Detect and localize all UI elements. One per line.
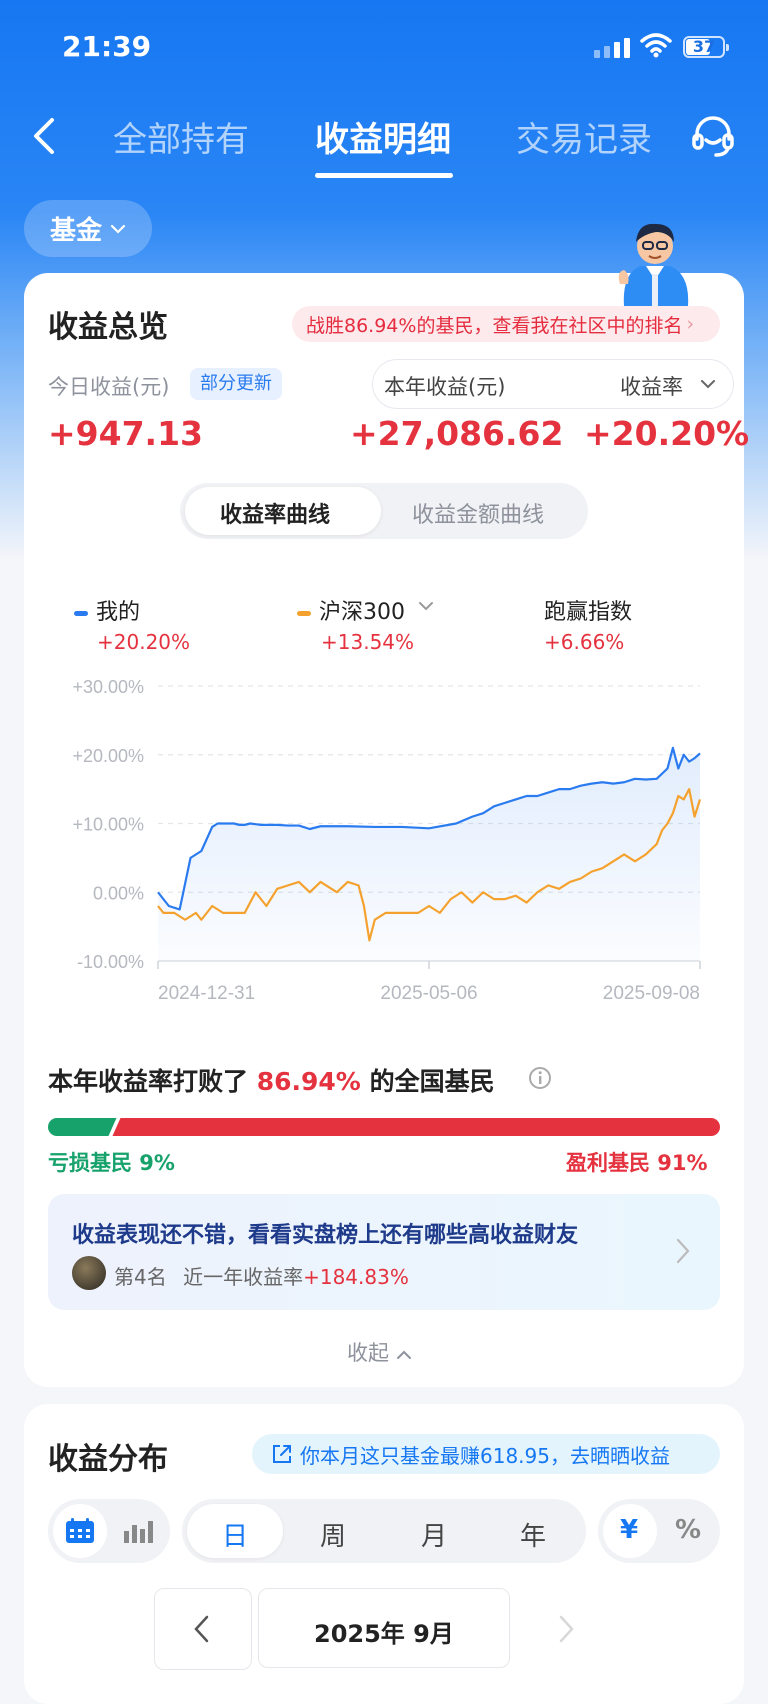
chevron-right-icon <box>559 1615 574 1643</box>
year-earnings-label: 本年收益(元) <box>384 375 506 399</box>
unit-yuan[interactable]: ¥ <box>620 1515 638 1545</box>
y-tick-label: 0.00% <box>93 883 144 903</box>
info-icon[interactable] <box>528 1066 552 1090</box>
share-earnings-text: 你本月这只基金最赚618.95，去晒晒收益 <box>300 1443 670 1468</box>
avatar <box>72 1256 106 1290</box>
promo-value: +184.83% <box>303 1265 409 1289</box>
fund-type-label: 基金 <box>49 216 102 246</box>
tab-rate-curve[interactable]: 收益率曲线 <box>220 497 330 529</box>
chevron-left-icon[interactable] <box>30 116 58 156</box>
chevron-up-icon <box>396 1350 411 1359</box>
loss-investors-label: 亏损基民 9% <box>48 1151 175 1175</box>
profit-segment <box>112 1118 720 1136</box>
year-earnings-value: +27,086.62 <box>350 414 564 453</box>
promo-rank: 第4名 <box>114 1265 167 1289</box>
legend-mine-label: 我的 <box>96 600 141 625</box>
chevron-down-icon[interactable] <box>418 601 434 611</box>
legend-beat-value: +6.66% <box>544 630 625 654</box>
share-icon <box>273 1445 291 1463</box>
partial-update-badge: 部分更新 <box>190 368 282 400</box>
headset-icon[interactable] <box>690 113 736 159</box>
chevron-right-icon: › <box>686 313 695 335</box>
current-month: 2025年 9月 <box>314 1620 454 1648</box>
period-year[interactable]: 年 <box>520 1516 546 1553</box>
fund-type-filter[interactable]: 基金 <box>24 200 152 257</box>
legend-index[interactable]: 沪深300 <box>297 594 405 626</box>
bar-chart-icon[interactable] <box>122 1519 154 1543</box>
today-earnings-label: 今日收益(元) <box>48 375 170 399</box>
legend-mine-value: +20.20% <box>97 630 191 654</box>
legend-index-label: 沪深300 <box>319 600 405 625</box>
year-rate-value: +20.20% <box>584 414 750 453</box>
period-day[interactable]: 日 <box>222 1516 248 1553</box>
legend-beat-label: 跑赢指数 <box>544 600 633 625</box>
status-time: 21:39 <box>62 30 152 63</box>
x-tick-label: 2024-12-31 <box>158 983 255 1004</box>
tab-earnings-detail[interactable]: 收益明细 <box>315 112 451 161</box>
chevron-down-icon <box>701 380 715 389</box>
beat-percent: 86.94% <box>256 1067 361 1096</box>
tab-transactions[interactable]: 交易记录 <box>516 112 652 161</box>
leaderboard-promo[interactable] <box>48 1194 720 1310</box>
y-tick-label: -10.00% <box>77 952 144 972</box>
active-tab-indicator <box>315 173 453 178</box>
profit-investors-label: 盈利基民 91% <box>566 1151 708 1175</box>
promo-detail: 第4名 近一年收益率+184.83% <box>114 1261 409 1290</box>
unit-percent[interactable]: % <box>675 1515 701 1545</box>
tab-amount-curve[interactable]: 收益金额曲线 <box>412 497 544 529</box>
today-earnings-value: +947.13 <box>48 414 203 453</box>
period-week[interactable]: 周 <box>320 1516 346 1553</box>
chevron-left-icon <box>194 1615 209 1643</box>
distribution-title: 收益分布 <box>48 1442 168 1477</box>
collapse-button[interactable]: 收起 <box>347 1337 412 1367</box>
beat-prefix: 本年收益率打败了 <box>48 1067 249 1096</box>
promo-title: 收益表现还不错，看看实盘榜上还有哪些高收益财友 <box>72 1223 579 1248</box>
signal-icon <box>594 38 630 58</box>
promo-desc: 近一年收益率 <box>183 1265 304 1289</box>
loss-segment <box>48 1118 117 1136</box>
rank-banner-text: 战胜86.94%的基民，查看我在社区中的排名 <box>306 314 683 337</box>
calendar-icon[interactable] <box>64 1517 96 1545</box>
tab-all-holdings[interactable]: 全部持有 <box>113 112 249 161</box>
period-month[interactable]: 月 <box>421 1516 447 1553</box>
series-mine-area <box>158 747 700 961</box>
beat-headline: 本年收益率打败了 86.94% 的全国基民 <box>48 1062 495 1098</box>
legend-index-value: +13.54% <box>321 630 415 654</box>
x-tick-label: 2025-09-08 <box>603 983 700 1004</box>
chevron-down-icon <box>110 224 126 234</box>
wifi-icon <box>640 33 672 58</box>
mascot-illustration <box>618 223 689 306</box>
battery-level: 37 <box>692 37 716 56</box>
win-loss-bar <box>48 1118 720 1136</box>
legend-mine-swatch <box>74 610 88 616</box>
collapse-label: 收起 <box>347 1341 389 1365</box>
y-tick-label: +20.00% <box>72 746 144 766</box>
chevron-right-icon <box>676 1238 690 1264</box>
rate-selector[interactable]: 收益率 <box>620 371 683 401</box>
battery-icon: 37 <box>683 36 729 58</box>
overview-title: 收益总览 <box>48 310 168 345</box>
rank-banner[interactable]: 战胜86.94%的基民，查看我在社区中的排名 › <box>292 306 720 342</box>
legend-mine: 我的 <box>74 594 140 626</box>
returns-line-chart: +30.00% +20.00% +10.00% 0.00% -10.00% 2024-12… <box>72 677 702 1004</box>
x-tick-label: 2025-05-06 <box>380 983 477 1004</box>
legend-index-swatch <box>297 610 311 616</box>
y-tick-label: +30.00% <box>72 677 144 697</box>
share-earnings-banner[interactable]: 你本月这只基金最赚618.95，去晒晒收益 <box>252 1434 720 1474</box>
beat-suffix: 的全国基民 <box>369 1067 495 1096</box>
y-tick-label: +10.00% <box>72 815 144 835</box>
